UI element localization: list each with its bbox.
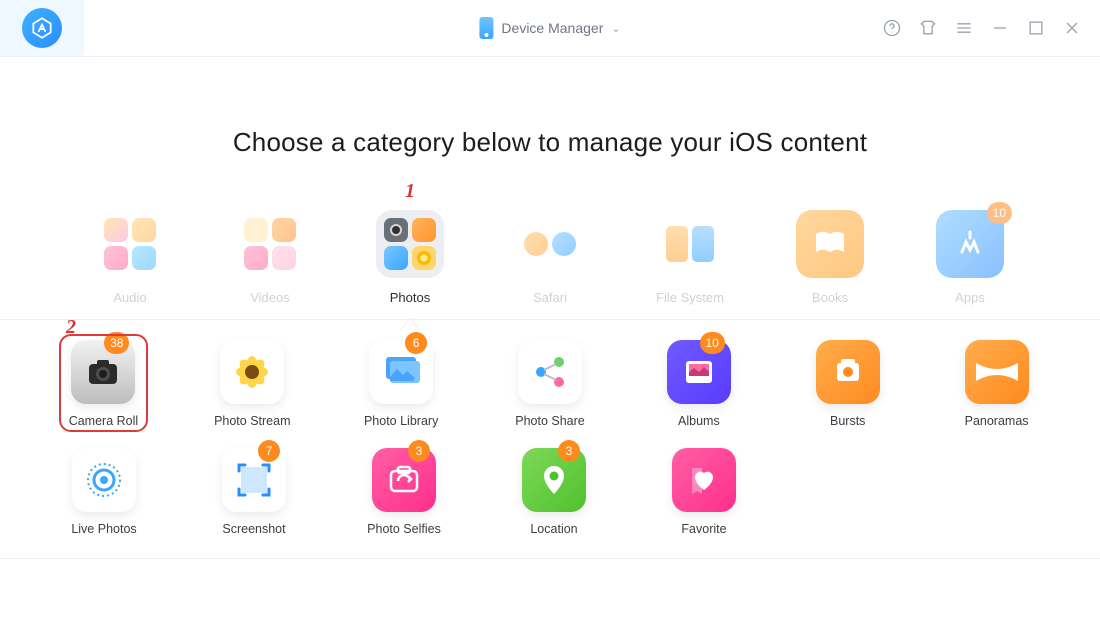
category-safari[interactable]: Safari [510, 210, 590, 305]
app-window: Device Manager ⌄ Choose a category below… [0, 0, 1100, 640]
close-icon[interactable] [1062, 18, 1082, 38]
sub-label: Bursts [830, 414, 865, 428]
photo-share-icon [518, 340, 582, 404]
screenshot-icon: 7 [222, 448, 286, 512]
albums-badge: 10 [700, 332, 725, 354]
title-bar: Device Manager ⌄ [0, 0, 1100, 56]
apps-icon: 10 [936, 210, 1004, 278]
camera-roll-badge: 38 [104, 332, 129, 354]
sub-photo-stream[interactable]: Photo Stream [209, 340, 296, 428]
photo-selfies-icon: 3 [372, 448, 436, 512]
category-label: Apps [955, 290, 985, 305]
device-manager-label: Device Manager [501, 20, 603, 36]
videos-icon [236, 210, 304, 278]
camera-roll-icon: 38 [71, 340, 135, 404]
sub-photo-library[interactable]: 6 Photo Library [358, 340, 445, 428]
photo-stream-icon [220, 340, 284, 404]
sub-label: Live Photos [71, 522, 136, 536]
sub-label: Favorite [681, 522, 726, 536]
sub-albums[interactable]: 10 Albums [655, 340, 742, 428]
app-logo-area [0, 0, 84, 56]
category-label: Photos [390, 290, 430, 305]
sub-label: Panoramas [965, 414, 1029, 428]
window-controls [882, 18, 1082, 38]
category-label: Audio [113, 290, 146, 305]
sub-favorite[interactable]: Favorite [660, 448, 748, 536]
sub-photo-selfies[interactable]: 3 Photo Selfies [360, 448, 448, 536]
location-badge: 3 [558, 440, 580, 462]
sub-row-2: Live Photos 7 Screenshot 3 Photo Selfies [60, 448, 1040, 536]
photo-library-badge: 6 [405, 332, 427, 354]
annotation-2: 2 [66, 316, 76, 339]
category-apps[interactable]: 10 Apps [930, 210, 1010, 305]
category-books[interactable]: Books [790, 210, 870, 305]
category-label: Books [812, 290, 848, 305]
page-heading: Choose a category below to manage your i… [233, 127, 867, 158]
main-content: Choose a category below to manage your i… [0, 57, 1100, 640]
category-label: Videos [250, 290, 290, 305]
selected-pointer-icon [400, 319, 420, 331]
annotation-1: 1 [405, 180, 415, 203]
sub-category-panel: 2 38 Camera Roll Photo Stream [0, 319, 1100, 559]
sub-photo-share[interactable]: Photo Share [507, 340, 594, 428]
sub-label: Location [530, 522, 577, 536]
sub-label: Photo Stream [214, 414, 290, 428]
location-icon: 3 [522, 448, 586, 512]
sub-label: Photo Selfies [367, 522, 441, 536]
audio-icon [96, 210, 164, 278]
sub-label: Photo Library [364, 414, 438, 428]
category-label: File System [656, 290, 724, 305]
category-row: Audio Videos 1 [90, 210, 1010, 305]
sub-label: Camera Roll [69, 414, 138, 428]
sub-screenshot[interactable]: 7 Screenshot [210, 448, 298, 536]
minimize-icon[interactable] [990, 18, 1010, 38]
screenshot-badge: 7 [258, 440, 280, 462]
phone-icon [479, 17, 493, 39]
sub-location[interactable]: 3 Location [510, 448, 598, 536]
bursts-icon [816, 340, 880, 404]
photo-selfies-badge: 3 [408, 440, 430, 462]
apps-badge: 10 [987, 202, 1012, 224]
photos-icon [376, 210, 444, 278]
photo-library-icon: 6 [369, 340, 433, 404]
books-icon [796, 210, 864, 278]
app-logo-icon[interactable] [22, 8, 62, 48]
category-videos[interactable]: Videos [230, 210, 310, 305]
panoramas-icon [965, 340, 1029, 404]
device-manager-dropdown[interactable]: Device Manager ⌄ [479, 17, 620, 39]
skin-icon[interactable] [918, 18, 938, 38]
category-audio[interactable]: Audio [90, 210, 170, 305]
sub-label: Albums [678, 414, 720, 428]
category-photos[interactable]: 1 Photos [370, 210, 450, 305]
help-icon[interactable] [882, 18, 902, 38]
chevron-down-icon: ⌄ [611, 22, 620, 35]
albums-icon: 10 [667, 340, 731, 404]
favorite-icon [672, 448, 736, 512]
sub-panoramas[interactable]: Panoramas [953, 340, 1040, 428]
category-label: Safari [533, 290, 567, 305]
maximize-icon[interactable] [1026, 18, 1046, 38]
sub-label: Screenshot [222, 522, 285, 536]
sub-row-1: 2 38 Camera Roll Photo Stream [60, 340, 1040, 428]
menu-icon[interactable] [954, 18, 974, 38]
sub-camera-roll[interactable]: 2 38 Camera Roll [60, 340, 147, 428]
live-photos-icon [72, 448, 136, 512]
filesystem-icon [656, 210, 724, 278]
sub-label: Photo Share [515, 414, 585, 428]
category-filesystem[interactable]: File System [650, 210, 730, 305]
sub-live-photos[interactable]: Live Photos [60, 448, 148, 536]
safari-icon [516, 210, 584, 278]
sub-bursts[interactable]: Bursts [804, 340, 891, 428]
